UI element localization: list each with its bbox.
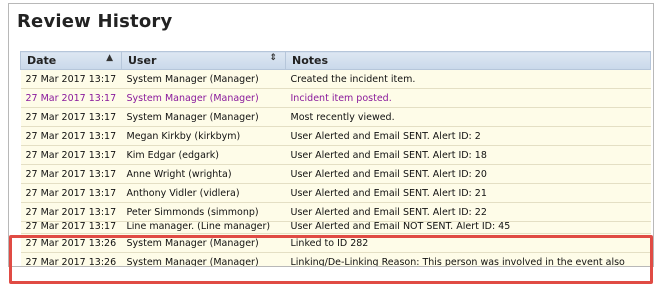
cell-note: Most recently viewed. <box>285 107 651 127</box>
sort-ascending-icon: ▲ <box>106 53 113 63</box>
cell-user: System Manager (Manager) <box>121 88 286 108</box>
column-header-label: User <box>128 54 157 67</box>
table-row: 27 Mar 2017 13:17 Anne Wright (wrighta) … <box>20 164 651 184</box>
cell-date: 27 Mar 2017 13:17 <box>20 202 122 222</box>
table-row: 27 Mar 2017 13:17 Peter Simmonds (simmon… <box>20 202 651 222</box>
cell-user: Megan Kirkby (kirkbym) <box>121 126 286 146</box>
cell-note: Incident item posted. <box>285 88 651 108</box>
cell-user: Anne Wright (wrighta) <box>121 164 286 184</box>
table-header-row: Date ▲ User ⇕ Notes <box>20 51 651 70</box>
cell-note: User Alerted and Email NOT SENT. Alert I… <box>285 221 651 234</box>
column-header-notes[interactable]: Notes <box>285 51 651 70</box>
table-row: 27 Mar 2017 13:17 Kim Edgar (edgark) Use… <box>20 145 651 165</box>
cell-date: 27 Mar 2017 13:17 <box>20 88 122 108</box>
table-row: 27 Mar 2017 13:17 Line manager. (Line ma… <box>20 221 651 234</box>
table-row: 27 Mar 2017 13:17 System Manager (Manage… <box>20 88 651 108</box>
cell-note: User Alerted and Email SENT. Alert ID: 2… <box>285 183 651 203</box>
cell-user: Anthony Vidler (vidlera) <box>121 183 286 203</box>
cell-user: Kim Edgar (edgark) <box>121 145 286 165</box>
cell-note: User Alerted and Email SENT. Alert ID: 2 <box>285 126 651 146</box>
cell-date: 27 Mar 2017 13:17 <box>20 164 122 184</box>
panel-title: Review History <box>17 11 173 32</box>
cell-user: Peter Simmonds (simmonp) <box>121 202 286 222</box>
table-row: 27 Mar 2017 13:17 System Manager (Manage… <box>20 69 651 89</box>
cell-user: System Manager (Manager) <box>121 69 286 89</box>
cell-date: 27 Mar 2017 13:17 <box>20 126 122 146</box>
cell-date: 27 Mar 2017 13:17 <box>20 69 122 89</box>
cell-date: 27 Mar 2017 13:17 <box>20 145 122 165</box>
table-row: 27 Mar 2017 13:26 System Manager (Manage… <box>20 233 651 253</box>
cell-note-text: User Alerted and Email NOT SENT. Alert I… <box>290 222 511 231</box>
table-row: 27 Mar 2017 13:17 Anthony Vidler (vidler… <box>20 183 651 203</box>
cell-note: Linking/De-Linking Reason: This person w… <box>285 252 651 266</box>
cell-note: User Alerted and Email SENT. Alert ID: 2… <box>285 164 651 184</box>
review-history-panel: Review History Date ▲ User ⇕ Notes 27 Ma… <box>8 3 654 267</box>
cell-date: 27 Mar 2017 13:26 <box>20 233 122 253</box>
cell-user: System Manager (Manager) <box>121 107 286 127</box>
column-header-user[interactable]: User ⇕ <box>121 51 286 70</box>
cell-date: 27 Mar 2017 13:17 <box>20 183 122 203</box>
cell-user: System Manager (Manager) <box>121 233 286 253</box>
column-header-label: Date <box>27 54 57 67</box>
cell-note: Created the incident item. <box>285 69 651 89</box>
cell-date: 27 Mar 2017 13:17 <box>20 107 122 127</box>
cell-date: 27 Mar 2017 13:26 <box>20 252 122 266</box>
cell-user-text: Line manager. (Line manager) <box>126 222 271 231</box>
cell-note: User Alerted and Email SENT. Alert ID: 2… <box>285 202 651 222</box>
cell-date-text: 27 Mar 2017 13:17 <box>25 222 117 231</box>
column-header-label: Notes <box>292 54 329 67</box>
table-row: 27 Mar 2017 13:17 System Manager (Manage… <box>20 107 651 127</box>
column-header-date[interactable]: Date ▲ <box>20 51 122 70</box>
table-row: 27 Mar 2017 13:17 Megan Kirkby (kirkbym)… <box>20 126 651 146</box>
cell-user: Line manager. (Line manager) <box>121 221 286 234</box>
cell-note: User Alerted and Email SENT. Alert ID: 1… <box>285 145 651 165</box>
cell-note: Linked to ID 282 <box>285 233 651 253</box>
cell-user: System Manager (Manager) <box>121 252 286 266</box>
table-row: 27 Mar 2017 13:26 System Manager (Manage… <box>20 252 651 266</box>
review-history-table: Date ▲ User ⇕ Notes 27 Mar 2017 13:17 Sy… <box>20 51 651 266</box>
cell-date: 27 Mar 2017 13:17 <box>20 221 122 234</box>
sort-both-icon: ⇕ <box>269 53 277 63</box>
